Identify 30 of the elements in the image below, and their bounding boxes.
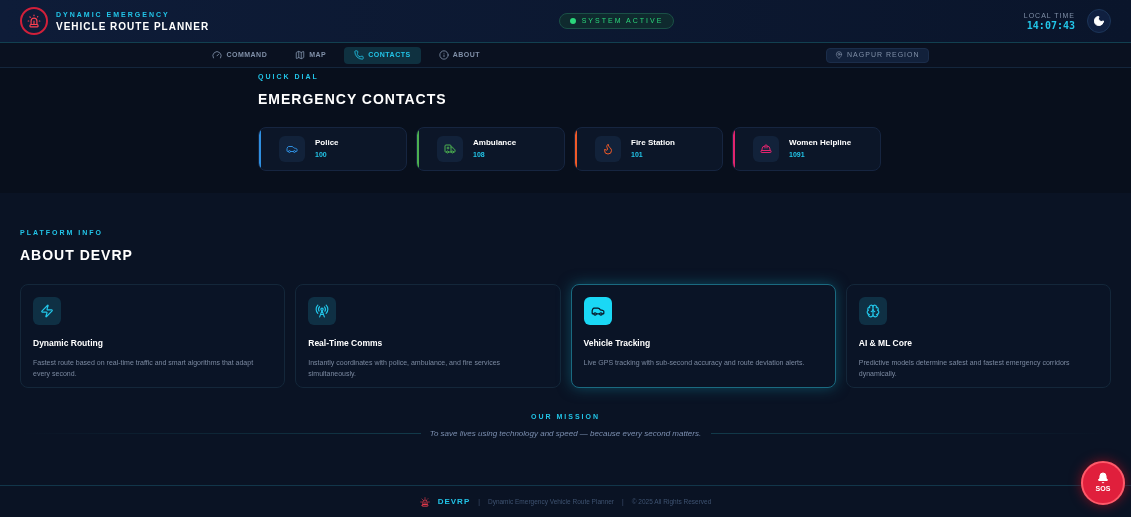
contact-name: Women Helpline bbox=[789, 139, 852, 147]
helmet-icon bbox=[760, 142, 772, 155]
map-icon bbox=[295, 50, 306, 60]
pin-icon bbox=[835, 51, 844, 59]
siren-logo bbox=[20, 7, 48, 35]
feature-title: AI & ML Core bbox=[858, 336, 913, 350]
feature-title: Dynamic Routing bbox=[33, 336, 104, 350]
app-title: VEHICLE ROUTE PLANNER bbox=[56, 21, 210, 32]
phone-icon bbox=[354, 50, 365, 60]
info-icon bbox=[438, 50, 449, 60]
bell-icon bbox=[1097, 471, 1109, 484]
clock-time: 14:07:43 bbox=[1026, 20, 1075, 31]
mission-statement: To save lives using technology and speed — because every second matters. bbox=[428, 428, 703, 440]
bolt-icon bbox=[40, 303, 54, 318]
contact-name: Ambulance bbox=[473, 139, 517, 147]
theme-toggle-button[interactable] bbox=[1087, 9, 1111, 33]
contact-name: Fire Station bbox=[631, 139, 675, 147]
contact-name: Police bbox=[315, 139, 339, 147]
siren-icon bbox=[419, 496, 430, 507]
section-title: EMERGENCY CONTACTS bbox=[258, 89, 448, 109]
moon-icon bbox=[1093, 15, 1105, 27]
feature-title: Real-Time Comms bbox=[308, 336, 384, 350]
section-title: ABOUT DEVRP bbox=[20, 245, 134, 265]
signal-icon bbox=[315, 303, 330, 318]
fire-icon bbox=[602, 142, 614, 155]
footer-brand: DEVRP bbox=[437, 495, 471, 508]
feature-title: Vehicle Tracking bbox=[583, 336, 652, 350]
brain-icon bbox=[865, 303, 880, 318]
ambulance-icon bbox=[444, 142, 456, 155]
gauge-icon bbox=[212, 50, 223, 60]
